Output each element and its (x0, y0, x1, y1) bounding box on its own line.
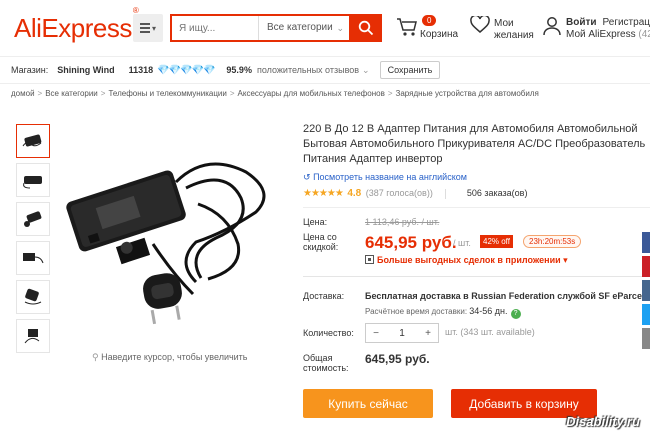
store-score: 11318 (128, 65, 154, 75)
feedback-label: положительных отзывов (256, 65, 360, 75)
rating-row: ★★★★★ 4.8 (387 голоса(ов)) 506 заказа(ов… (303, 188, 527, 199)
store-name[interactable]: Shining Wind (57, 65, 114, 75)
account-menu[interactable]: Войти Регистрация Мой AliExpress (42) (542, 16, 650, 40)
breadcrumb-item: Зарядные устройства для автомобиля (395, 89, 539, 98)
cart-link[interactable]: 0 Корзина (396, 15, 458, 40)
divider (303, 276, 650, 277)
quantity-decrease-button[interactable]: − (366, 328, 386, 339)
thumbnail[interactable] (16, 202, 50, 236)
rating-value: 4.8 (347, 188, 362, 199)
search-icon (358, 20, 373, 36)
discount-label: Цена со (303, 232, 337, 242)
search-category-select[interactable]: Все категории ⌄ (258, 16, 350, 40)
cart-count-badge: 0 (422, 15, 437, 26)
my-aliexpress-link[interactable]: Мой AliExpress (42) (566, 29, 650, 40)
discount-label: скидкой: (303, 242, 339, 252)
hamburger-icon (139, 27, 150, 29)
cart-icon (397, 18, 417, 36)
search-input[interactable] (172, 16, 258, 40)
product-title: 220 В До 12 В Адаптер Питания для Автомо… (303, 123, 646, 165)
user-icon (543, 17, 561, 36)
quantity-input[interactable]: 1 (386, 328, 418, 339)
wishlist-label-2: желания (494, 30, 534, 41)
register-link[interactable]: Регистрация (603, 17, 650, 28)
old-price: 1 113,46 руб. / шт. (365, 217, 440, 227)
countdown-timer: 23h:20m:53s (523, 235, 582, 248)
auth-links: Войти Регистрация (566, 17, 650, 28)
star-rating-icon: ★★★★★ (303, 188, 344, 199)
vk-icon[interactable] (642, 280, 650, 301)
price-unit: / шт. (453, 238, 471, 248)
thumbnail[interactable] (16, 124, 50, 158)
watermark: Disability.ru (566, 414, 640, 429)
buy-now-button[interactable]: Купить сейчас (303, 389, 433, 418)
shipping-label: Доставка: (303, 291, 345, 301)
twitter-icon[interactable] (642, 304, 650, 325)
product-info: 220 В До 12 В Адаптер Питания для Автомо… (303, 122, 650, 418)
thumbnail[interactable] (16, 163, 50, 197)
price-label: Цена: (303, 217, 328, 227)
share-icon[interactable] (642, 328, 650, 349)
thumbnail-list (16, 124, 50, 358)
qr-code-icon (365, 255, 374, 264)
chevron-down-icon[interactable]: ⌄ (362, 65, 370, 76)
signin-link[interactable]: Войти (566, 17, 597, 28)
thumbnail[interactable] (16, 280, 50, 314)
breadcrumb-item[interactable]: Аксессуары для мобильных телефонов (238, 89, 385, 98)
thumbnail[interactable] (16, 319, 50, 353)
total-label: Общая (303, 353, 333, 363)
stock-info: шт. (343 шт. available) (445, 327, 535, 337)
translate-icon: ↺ (303, 172, 311, 182)
categories-menu-button[interactable]: ▾ (133, 14, 163, 42)
chevron-down-icon: ▾ (151, 23, 156, 33)
translate-link[interactable]: ↺ Посмотреть название на английском (303, 172, 650, 183)
wishlist-label-1: Мои (494, 18, 514, 29)
shipping-method[interactable]: Бесплатная доставка в Russian Federation… (365, 291, 650, 301)
total-price: 645,95 руб. (365, 352, 430, 366)
social-share-bar (642, 232, 650, 352)
votes-count[interactable]: (387 голоса(ов)) (366, 188, 433, 198)
quantity-label: Количество: (303, 328, 354, 338)
chevron-down-icon: ⌄ (336, 23, 344, 33)
search-button[interactable] (349, 14, 382, 42)
heart-icon (470, 14, 490, 33)
diamond-rating-icon: 💎💎💎💎💎 (157, 64, 215, 76)
total-label: стоимость: (303, 363, 349, 373)
save-store-button[interactable]: Сохранить (379, 61, 441, 79)
store-label: Магазин: (11, 65, 49, 75)
zoom-hint: ⚲ Наведите курсор, чтобы увеличить (92, 352, 248, 362)
breadcrumb-item[interactable]: Телефоны и телекоммуникации (108, 89, 226, 98)
wishlist-link[interactable]: Мои желания (470, 14, 534, 41)
orders-count: 506 заказа(ов) (466, 188, 528, 198)
breadcrumb-item[interactable]: Все категории (45, 89, 98, 98)
help-icon[interactable]: ? (510, 309, 521, 319)
cart-label: Корзина (420, 29, 459, 40)
header: AliExpress® ▾ Все категории⌄ 0 Корзина М… (0, 0, 650, 56)
breadcrumb: домой > Все категории > Телефоны и телекомму… (11, 89, 539, 98)
thumbnail[interactable] (16, 241, 50, 275)
discount-badge: 42% off (480, 235, 513, 248)
pinterest-icon[interactable] (642, 256, 650, 277)
aliexpress-logo[interactable]: AliExpress® (14, 6, 139, 44)
app-deal-link[interactable]: Больше выгодных сделок в приложении ▾ (365, 255, 568, 266)
chevron-down-icon: ▾ (563, 255, 568, 265)
store-bar: Магазин: Shining Wind 11318 💎💎💎💎💎 95.9% … (0, 56, 650, 84)
quantity-stepper: − 1 + (365, 323, 439, 343)
divider (303, 207, 650, 208)
product-image[interactable] (58, 124, 290, 346)
feedback-percent: 95.9% (226, 65, 252, 75)
magnifier-icon: ⚲ (92, 352, 99, 362)
quantity-increase-button[interactable]: + (418, 328, 438, 339)
sale-price: 645,95 руб. (365, 233, 457, 252)
delivery-eta: Расчётное время доставки: 34-56 дн.? (365, 306, 521, 319)
facebook-icon[interactable] (642, 232, 650, 253)
breadcrumb-item[interactable]: домой (11, 89, 35, 98)
